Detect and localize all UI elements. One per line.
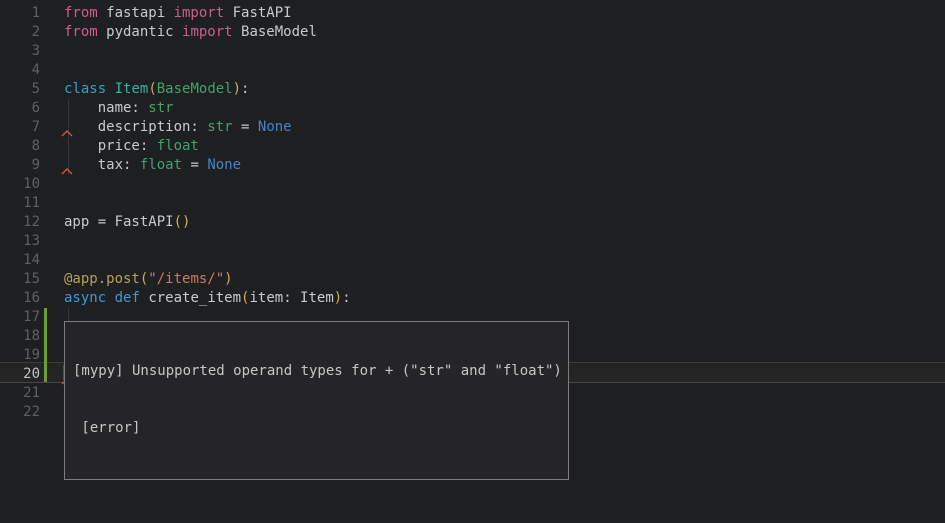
error-squiggle-icon: [61, 129, 75, 138]
diagnostic-tooltip: [mypy] Unsupported operand types for + (…: [64, 321, 569, 480]
code-line[interactable]: 7 description: str = None: [0, 118, 945, 137]
line-number[interactable]: 5: [0, 80, 40, 99]
line-number[interactable]: 14: [0, 251, 40, 270]
token-keyword_import: import: [182, 24, 233, 40]
token-plain: [106, 81, 114, 97]
token-plain: create_item: [140, 290, 241, 306]
token-plain: price:: [64, 138, 157, 154]
code-editor[interactable]: 1 from fastapi import FastAPI 2 from pydant…: [0, 0, 945, 523]
token-keyword_import: from: [64, 5, 98, 21]
error-squiggle-icon: [61, 167, 75, 176]
line-number[interactable]: 11: [0, 194, 40, 213]
line-number[interactable]: 17: [0, 308, 40, 327]
diagnostic-severity: [error]: [73, 419, 560, 438]
token-class_name: Item: [115, 81, 149, 97]
line-number[interactable]: 3: [0, 42, 40, 61]
token-constant: None: [207, 157, 241, 173]
code-text: async def create_item(item: Item):: [64, 290, 351, 306]
token-type_name: BaseModel: [157, 81, 233, 97]
token-type_name: str: [207, 119, 232, 135]
line-number[interactable]: 10: [0, 175, 40, 194]
token-plain: :: [241, 81, 249, 97]
code-text: name: str: [64, 100, 174, 116]
token-bracket: (: [148, 81, 156, 97]
diagnostic-message: [mypy] Unsupported operand types for + (…: [73, 362, 560, 381]
token-bracket: (): [174, 214, 191, 230]
code-line[interactable]: 3: [0, 42, 945, 61]
line-number[interactable]: 21: [0, 384, 40, 403]
token-plain: =: [233, 119, 258, 135]
token-keyword_decl: async: [64, 290, 106, 306]
code-line[interactable]: 15 @app.post("/items/"): [0, 270, 945, 289]
code-text: class Item(BaseModel):: [64, 81, 249, 97]
line-number[interactable]: 12: [0, 213, 40, 232]
token-plain: BaseModel: [233, 24, 317, 40]
line-number[interactable]: 8: [0, 137, 40, 156]
code-line[interactable]: 2 from pydantic import BaseModel: [0, 23, 945, 42]
code-text: from pydantic import BaseModel: [64, 24, 317, 40]
token-plain: pydantic: [98, 24, 182, 40]
token-plain: FastAPI: [224, 5, 291, 21]
token-bracket: ): [224, 271, 232, 287]
token-plain: tax:: [64, 157, 140, 173]
token-string: "/items/": [148, 271, 224, 287]
line-number[interactable]: 15: [0, 270, 40, 289]
line-number[interactable]: 18: [0, 327, 40, 346]
token-type_name: float: [157, 138, 199, 154]
line-number[interactable]: 16: [0, 289, 40, 308]
token-plain: app = FastAPI: [64, 214, 174, 230]
token-keyword_decl: def: [115, 290, 140, 306]
code-line[interactable]: 5 class Item(BaseModel):: [0, 80, 945, 99]
token-bracket: ): [334, 290, 342, 306]
code-line[interactable]: 10: [0, 175, 945, 194]
code-text: app = FastAPI(): [64, 214, 190, 230]
token-decorator: @app.post: [64, 271, 140, 287]
line-number[interactable]: 6: [0, 99, 40, 118]
token-type_name: float: [140, 157, 182, 173]
line-number[interactable]: 20: [0, 365, 40, 384]
line-number[interactable]: 9: [0, 156, 40, 175]
token-plain: [106, 290, 114, 306]
code-text: price: float: [64, 138, 199, 154]
token-type_name: str: [148, 100, 173, 116]
code-line[interactable]: 8 price: float: [0, 137, 945, 156]
line-number[interactable]: 19: [0, 346, 40, 365]
code-text: from fastapi import FastAPI: [64, 5, 292, 21]
line-number[interactable]: 7: [0, 118, 40, 137]
token-keyword_import: from: [64, 24, 98, 40]
token-plain: =: [182, 157, 207, 173]
token-bracket: ): [233, 81, 241, 97]
line-number[interactable]: 13: [0, 232, 40, 251]
line-number[interactable]: 2: [0, 23, 40, 42]
line-number[interactable]: 22: [0, 403, 40, 422]
token-plain: description:: [64, 119, 207, 135]
code-line[interactable]: 13: [0, 232, 945, 251]
code-text: tax: float = None: [64, 157, 241, 173]
code-line[interactable]: 6 name: str: [0, 99, 945, 118]
token-keyword_import: import: [174, 5, 225, 21]
token-plain: :: [342, 290, 350, 306]
token-constant: None: [258, 119, 292, 135]
code-text: description: str = None: [64, 119, 292, 135]
token-plain: item: Item: [249, 290, 333, 306]
code-line[interactable]: 16 async def create_item(item: Item):: [0, 289, 945, 308]
code-line[interactable]: 1 from fastapi import FastAPI: [0, 4, 945, 23]
line-number[interactable]: 1: [0, 4, 40, 23]
token-keyword_decl: class: [64, 81, 106, 97]
code-line[interactable]: 9 tax: float = None: [0, 156, 945, 175]
token-plain: fastapi: [98, 5, 174, 21]
token-plain: name:: [64, 100, 148, 116]
code-line[interactable]: 12 app = FastAPI(): [0, 213, 945, 232]
line-number[interactable]: 4: [0, 61, 40, 80]
code-line[interactable]: 14: [0, 251, 945, 270]
code-line[interactable]: 11: [0, 194, 945, 213]
code-text: @app.post("/items/"): [64, 271, 233, 287]
code-line[interactable]: 4: [0, 61, 945, 80]
